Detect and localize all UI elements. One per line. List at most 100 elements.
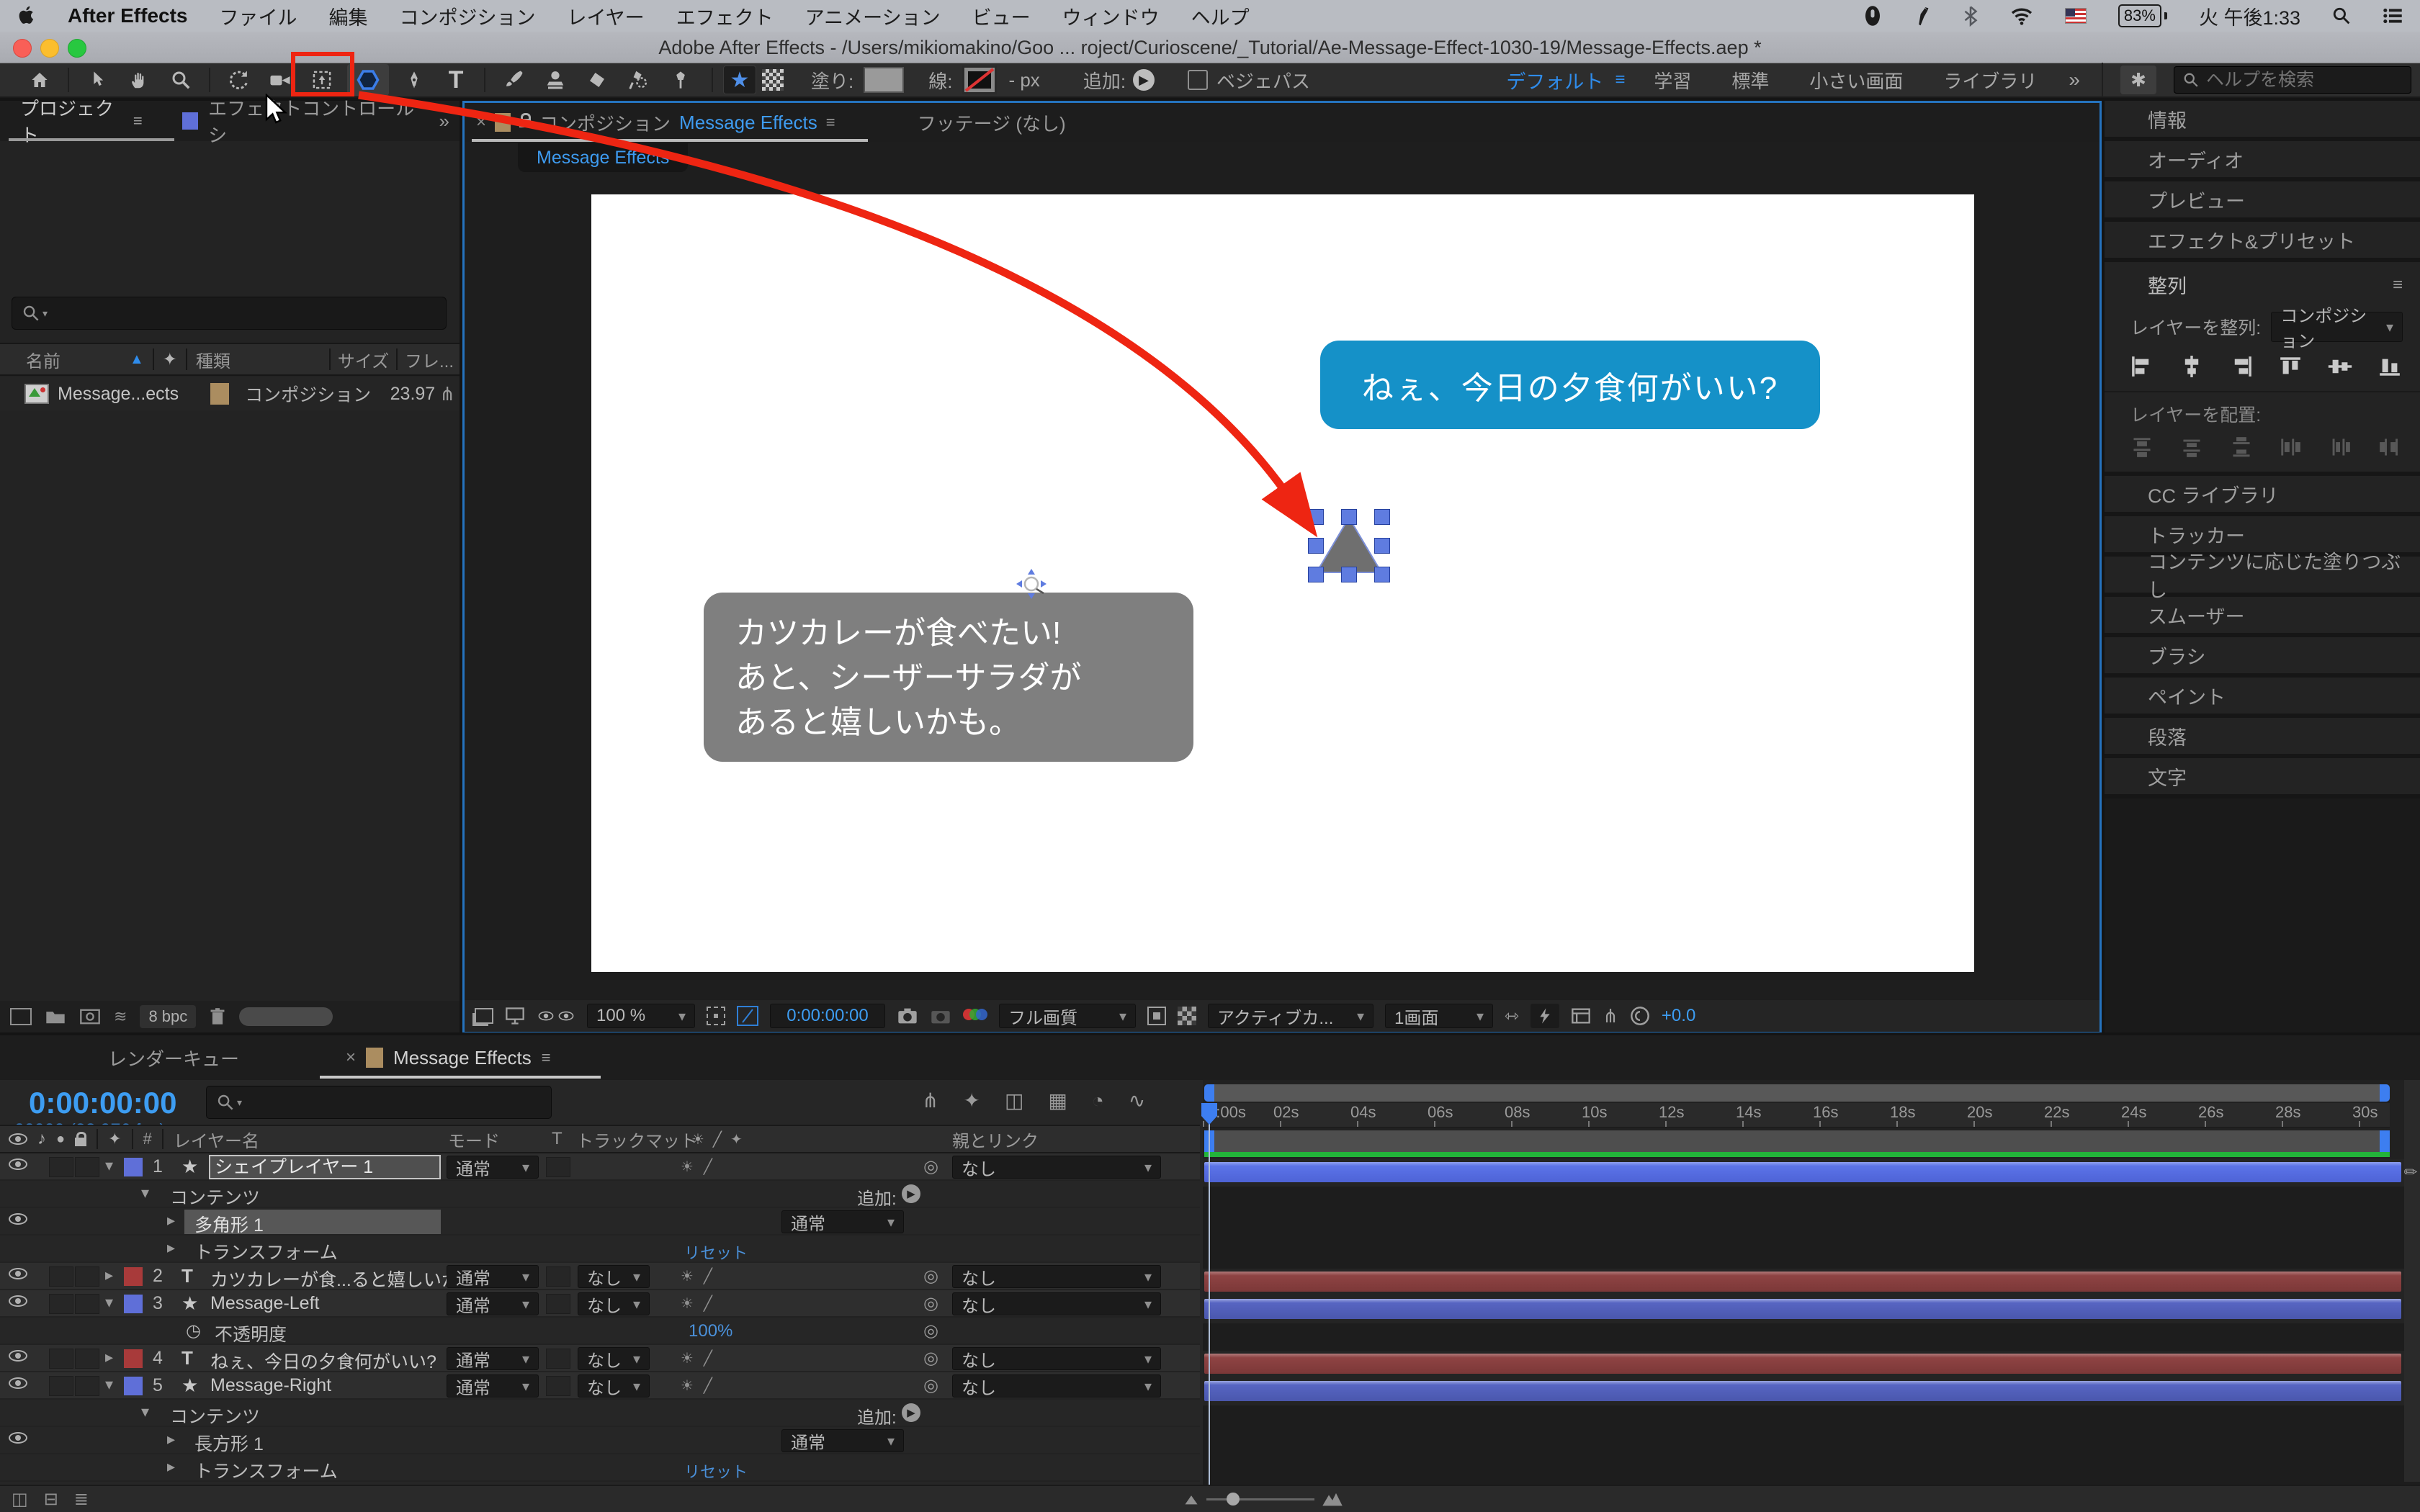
layer-bar-message-left[interactable] (1204, 1299, 2401, 1319)
property-row-opacity[interactable]: ◷ 不透明度 100% ◎ (0, 1318, 1200, 1345)
zoom-slider-handle[interactable] (1227, 1493, 1240, 1506)
workspace-tab-small-screen[interactable]: 小さい画面 (1809, 67, 1903, 94)
reset-exposure-icon[interactable] (1630, 1006, 1650, 1026)
active-camera-dropdown[interactable]: アクティブカ...▾ (1208, 1004, 1373, 1028)
home-icon[interactable] (19, 64, 60, 96)
expander-icon[interactable]: ▸ (105, 1266, 113, 1284)
parent-dropdown[interactable]: なし▾ (952, 1156, 1161, 1179)
panel-paragraph[interactable]: 段落 (2105, 718, 2420, 758)
tab-effect-controls[interactable]: エフェクトコントロール シ (208, 94, 418, 148)
panel-audio[interactable]: オーディオ (2105, 141, 2420, 181)
project-bpc-button[interactable]: 8 bpc (140, 1005, 196, 1028)
layer-bar-message-right[interactable] (1204, 1381, 2401, 1401)
battery-indicator[interactable]: 83% (2118, 4, 2167, 27)
align-horizontal-center-icon[interactable] (2176, 354, 2208, 379)
panel-preview[interactable]: プレビュー (2105, 181, 2420, 222)
region-of-interest-icon[interactable] (1147, 1007, 1166, 1025)
new-composition-icon[interactable] (79, 1008, 101, 1025)
layer-name[interactable]: Message-Right (210, 1375, 331, 1396)
panel-cc-libraries[interactable]: CC ライブラリ (2105, 476, 2420, 516)
time-navigator-bar[interactable] (1204, 1084, 2390, 1102)
project-item-type[interactable]: コンポジション (245, 381, 371, 407)
menu-item-help[interactable]: ヘルプ (1191, 2, 1250, 30)
align-right-icon[interactable] (2226, 354, 2257, 379)
stroke-color-swatch[interactable] (962, 66, 997, 94)
menu-item-composition[interactable]: コンポジション (399, 2, 535, 30)
usage-branch-icon[interactable]: ⋔ (439, 383, 455, 405)
brush-tool-icon[interactable] (493, 64, 534, 96)
panel-info[interactable]: 情報 (2105, 101, 2420, 141)
view-count-dropdown[interactable]: 1画面▾ (1385, 1004, 1493, 1028)
add-property-button-icon[interactable]: ▶ (902, 1184, 920, 1203)
eye-icon[interactable] (9, 1432, 27, 1444)
parent-pickwhip-icon[interactable]: ◎ (923, 1293, 938, 1314)
blend-mode-dropdown[interactable]: 通常▾ (447, 1265, 539, 1288)
composition-canvas[interactable]: ねぇ、今日の夕食何がいい? カツカレーが食べたい! あと、シーザーサラダが ある… (591, 194, 1974, 972)
layer-name[interactable]: Message-Left (210, 1293, 319, 1314)
workspace-overflow-chevrons[interactable]: » (2069, 68, 2080, 91)
status-wifi-icon[interactable] (2010, 6, 2033, 25)
distribute-right-icon[interactable] (2374, 434, 2406, 460)
parent-dropdown[interactable]: なし▾ (952, 1374, 1161, 1398)
group-row-transform[interactable]: ▸ トランスフォーム リセット (0, 1236, 1200, 1263)
selection-handle[interactable] (1374, 538, 1390, 554)
status-record-icon[interactable] (1863, 5, 1882, 27)
zoom-in-mountain-icon[interactable] (1322, 1490, 1343, 1508)
comp-time-display[interactable]: 0:00:00:00 (770, 1004, 885, 1028)
expander-icon[interactable]: ▸ (167, 1457, 175, 1476)
matte-cell[interactable] (546, 1349, 570, 1369)
layer-switches[interactable]: ☀╱ (681, 1158, 722, 1176)
interpret-footage-icon[interactable] (10, 1008, 32, 1025)
layer-row-5[interactable]: ▾ 5 ★ Message-Right 通常▾ なし▾ ☀╱ ◎ なし▾ (0, 1372, 1200, 1400)
comp-tab-kind[interactable]: コンポジション (539, 109, 671, 136)
add-property-label[interactable]: 追加: (857, 1403, 897, 1428)
group-blend-dropdown[interactable]: 通常▾ (781, 1210, 904, 1233)
label-column-tag-icon[interactable]: ✦ (163, 349, 177, 370)
selection-handle[interactable] (1374, 567, 1390, 582)
bezier-path-checkbox[interactable] (1188, 70, 1208, 90)
timeline-search-box[interactable]: ▾ (206, 1086, 552, 1119)
audio-cell[interactable] (49, 1376, 73, 1396)
panel-content-aware-fill[interactable]: コンテンツに応じた塗りつぶし (2105, 557, 2420, 597)
label-column-tag-icon[interactable]: ✦ (108, 1130, 121, 1148)
eraser-tool-icon[interactable] (576, 64, 618, 96)
col-name[interactable]: 名前 (26, 347, 60, 372)
panel-overflow-icon[interactable]: » (439, 110, 449, 132)
fast-previews-icon[interactable] (1531, 1004, 1559, 1028)
workspace-tab-libraries[interactable]: ライブラリ (1943, 67, 2037, 94)
audio-column-speaker-icon[interactable]: ♪ (37, 1129, 46, 1149)
stroke-width-value[interactable]: - px (1008, 69, 1039, 91)
group-row-rect[interactable]: ▸ 長方形 1 通常▾ (0, 1427, 1200, 1454)
comp-viewer-bookmark-tab[interactable]: Message Effects (518, 143, 688, 172)
rasterize-checker-icon[interactable] (756, 66, 789, 94)
expander-icon[interactable]: ▸ (105, 1348, 113, 1367)
distribute-left-icon[interactable] (2275, 434, 2306, 460)
type-tool-icon[interactable]: T (435, 64, 477, 96)
opacity-value[interactable]: 100% (689, 1321, 732, 1341)
status-bluetooth-icon[interactable] (1963, 5, 1978, 27)
pixel-aspect-icon[interactable] (1178, 1007, 1196, 1025)
rotate-tool-icon[interactable] (218, 64, 259, 96)
mask-visibility-icon[interactable] (537, 1010, 575, 1022)
selection-handle[interactable] (1308, 538, 1324, 554)
shape-layer-polygon[interactable] (1308, 509, 1390, 581)
eye-icon[interactable] (9, 1377, 27, 1389)
workspace-default-menu-icon[interactable]: ≡ (1615, 70, 1625, 90)
audio-cell[interactable] (49, 1157, 73, 1177)
graph-editor-icon[interactable]: ∿ (1129, 1089, 1145, 1112)
add-property-button-icon[interactable]: ▶ (902, 1403, 920, 1422)
panel-effects-presets[interactable]: エフェクト&プリセット (2105, 222, 2420, 262)
selection-handle[interactable] (1308, 509, 1324, 525)
expander-icon[interactable]: ▸ (167, 1211, 175, 1230)
tab-render-queue[interactable]: レンダーキュー (108, 1045, 239, 1071)
help-search-box[interactable] (2174, 66, 2411, 94)
show-snapshot-icon[interactable] (930, 1007, 951, 1025)
selection-handle[interactable] (1341, 509, 1357, 525)
clone-stamp-tool-icon[interactable] (534, 64, 576, 96)
layer-label-color[interactable] (124, 1158, 143, 1176)
layer-name-edit-field[interactable]: シェイプレイヤー 1 (209, 1155, 441, 1179)
solo-column-icon[interactable]: ● (56, 1131, 65, 1148)
selection-handle[interactable] (1341, 567, 1357, 582)
project-item-name[interactable]: Message...ects (58, 384, 179, 405)
blend-mode-dropdown[interactable]: 通常▾ (447, 1156, 539, 1179)
